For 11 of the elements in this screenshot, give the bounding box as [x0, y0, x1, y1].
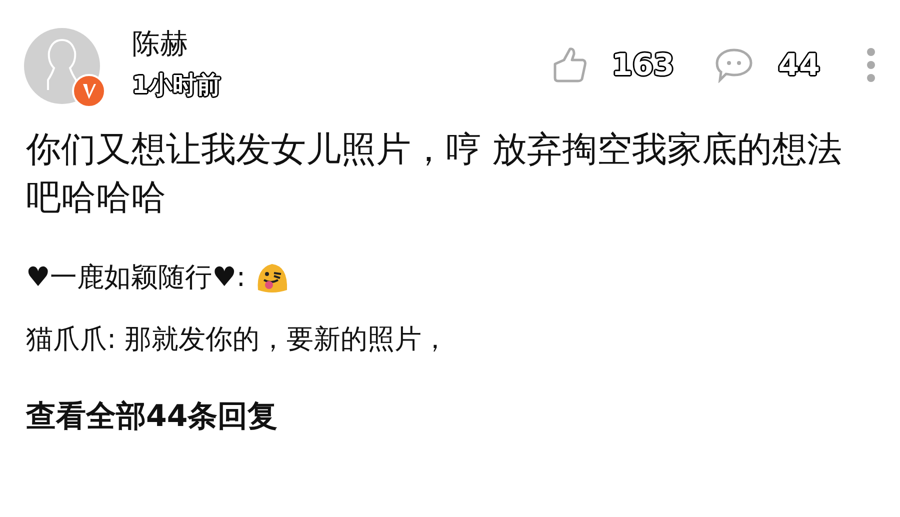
- like-count: 163: [612, 48, 674, 82]
- comment-icon[interactable]: [714, 47, 754, 83]
- post-time: 1小时前: [132, 70, 221, 100]
- comment-count: 44: [778, 48, 820, 82]
- view-all-replies-link[interactable]: 查看全部44条回复: [26, 396, 278, 437]
- thumbs-up-icon[interactable]: [552, 46, 588, 84]
- comment-text: 你们又想让我发女儿照片，哼 放弃掏空我家底的想法吧哈哈哈: [25, 129, 844, 220]
- more-icon[interactable]: [866, 47, 876, 83]
- author-name[interactable]: 陈赫: [132, 28, 221, 60]
- reply-text: 猫爪爪: 那就发你的，要新的照片，: [26, 323, 449, 357]
- reply-text: ♥一鹿如颖随行♥:: [26, 261, 246, 295]
